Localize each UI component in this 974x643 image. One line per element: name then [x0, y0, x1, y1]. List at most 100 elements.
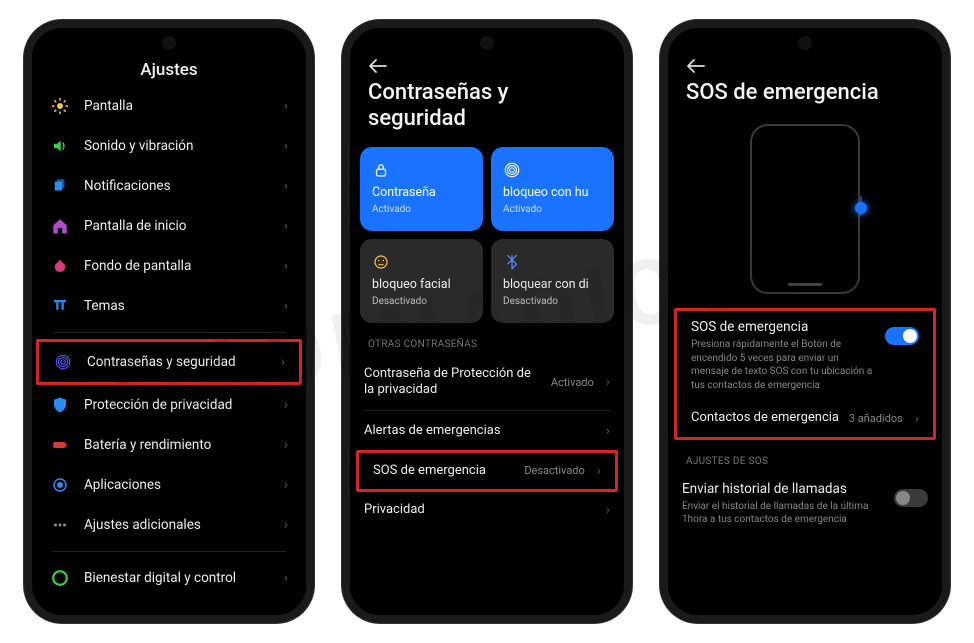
security-card-bloquear-con-di[interactable]: bloquear con di Desactivado	[491, 239, 614, 323]
row-label: Contraseña de Protección de la privacida…	[364, 366, 543, 399]
settings-item-ajustes-adicionales[interactable]: Ajustes adicionales ›	[36, 505, 302, 545]
apps-icon	[50, 475, 70, 495]
bluetooth-icon	[503, 251, 602, 273]
chevron-right-icon: ›	[284, 298, 288, 314]
highlight-box: SOS de emergencia Desactivado ›	[356, 450, 618, 492]
fingerprint-icon	[503, 159, 602, 181]
camera-notch	[480, 36, 494, 50]
settings-item-label: Fondo de pantalla	[84, 258, 270, 274]
chevron-right-icon: ›	[284, 258, 288, 274]
chevron-right-icon: ›	[284, 477, 288, 493]
settings-item-pantalla[interactable]: Pantalla ›	[36, 86, 302, 126]
phone-passwords: Contraseñas y seguridad Contraseña Activ…	[342, 20, 632, 623]
row-label: Privacidad	[364, 502, 594, 518]
camera-notch	[798, 36, 812, 50]
page-title: Ajustes	[32, 52, 306, 86]
sos-toggle-description: Presiona rápidamente el Botón de encendi…	[691, 338, 875, 392]
settings-item-fondo-de-pantalla[interactable]: Fondo de pantalla ›	[36, 246, 302, 286]
sos-toggle[interactable]	[885, 327, 919, 345]
fingerprint-icon	[53, 352, 73, 372]
chevron-right-icon: ›	[284, 98, 288, 114]
chevron-right-icon: ›	[606, 502, 610, 518]
settings-item-label: Ajustes adicionales	[84, 517, 270, 533]
card-title: Contraseña	[372, 185, 471, 200]
row-label: SOS de emergencia	[373, 463, 516, 479]
settings-row-sos-de-emergencia[interactable]: SOS de emergencia Desactivado ›	[359, 453, 615, 489]
card-title: bloqueo con hu	[503, 185, 602, 200]
card-subtitle: Desactivado	[372, 296, 471, 307]
wellbeing-icon	[50, 568, 70, 588]
card-subtitle: Activado	[503, 204, 602, 215]
settings-item-label: Temas	[84, 298, 270, 314]
settings-item-temas[interactable]: Temas ›	[36, 286, 302, 326]
settings-item-label: Pantalla	[84, 98, 270, 114]
row-value: Desactivado	[524, 464, 584, 477]
chevron-right-icon: ›	[284, 517, 288, 533]
settings-item-label: Sonido y vibración	[84, 138, 270, 154]
emergency-contacts-label: Contactos de emergencia	[691, 410, 841, 426]
settings-item-sonido-y-vibraci-n[interactable]: Sonido y vibración ›	[36, 126, 302, 166]
section-label: OTRAS CONTRASEÑAS	[350, 323, 624, 356]
phone-settings: Ajustes Pantalla › Sonido y vibración › …	[24, 20, 314, 623]
wallpaper-icon	[50, 256, 70, 276]
back-button[interactable]	[668, 52, 942, 74]
back-button[interactable]	[350, 52, 624, 74]
chevron-right-icon: ›	[284, 437, 288, 453]
chevron-right-icon: ›	[284, 138, 288, 154]
chevron-right-icon: ›	[606, 423, 610, 439]
camera-notch	[162, 36, 176, 50]
security-card-contrase-a[interactable]: Contraseña Activado	[360, 147, 483, 231]
settings-item-pantalla-de-inicio[interactable]: Pantalla de inicio ›	[36, 206, 302, 246]
settings-item-label: Bienestar digital y control	[84, 570, 270, 586]
call-history-toggle[interactable]	[894, 489, 928, 507]
settings-item-notificaciones[interactable]: Notificaciones ›	[36, 166, 302, 206]
settings-row-alertas-de-emergencias[interactable]: Alertas de emergencias ›	[350, 413, 624, 449]
theme-icon	[50, 296, 70, 316]
lock-icon	[372, 159, 471, 181]
settings-row-contrase-a-de-protecci-n-de-la-privacidad[interactable]: Contraseña de Protección de la privacida…	[350, 356, 624, 409]
row-label: Alertas de emergencias	[364, 423, 594, 439]
security-card-bloqueo-facial[interactable]: bloqueo facial Desactivado	[360, 239, 483, 323]
card-title: bloqueo facial	[372, 277, 471, 292]
emergency-contacts-row[interactable]: Contactos de emergencia 3 añadidos ›	[677, 400, 933, 436]
chevron-right-icon: ›	[915, 411, 919, 427]
sun-icon	[50, 96, 70, 116]
sound-icon	[50, 136, 70, 156]
home-icon	[50, 216, 70, 236]
settings-item-bater-a-y-rendimiento[interactable]: Batería y rendimiento ›	[36, 425, 302, 465]
chevron-right-icon: ›	[284, 397, 288, 413]
chevron-right-icon: ›	[284, 178, 288, 194]
settings-item-protecci-n-de-privacidad[interactable]: Protección de privacidad ›	[36, 385, 302, 425]
chevron-right-icon: ›	[597, 463, 601, 479]
chevron-right-icon: ›	[281, 354, 285, 370]
chevron-right-icon: ›	[606, 374, 610, 390]
settings-item-label: Batería y rendimiento	[84, 437, 270, 453]
settings-item-label: Contraseñas y seguridad	[87, 354, 267, 370]
row-value: Activado	[551, 376, 594, 389]
phone-sos: SOS de emergencia SOS de emergencia Pres…	[660, 20, 950, 623]
settings-item-bienestar-digital-y-control[interactable]: Bienestar digital y control ›	[36, 558, 302, 598]
settings-row-privacidad[interactable]: Privacidad ›	[350, 492, 624, 528]
card-title: bloquear con di	[503, 277, 602, 292]
page-title: SOS de emergencia	[668, 74, 942, 120]
settings-item-label: Aplicaciones	[84, 477, 270, 493]
emergency-contacts-value: 3 añadidos	[849, 412, 903, 425]
settings-item-contrase-as-y-seguridad[interactable]: Contraseñas y seguridad ›	[36, 339, 302, 385]
sos-toggle-label: SOS de emergencia	[691, 319, 875, 335]
chevron-right-icon: ›	[284, 570, 288, 586]
settings-item-aplicaciones[interactable]: Aplicaciones ›	[36, 465, 302, 505]
call-history-label: Enviar historial de llamadas	[682, 481, 884, 497]
shield-icon	[50, 395, 70, 415]
card-subtitle: Activado	[372, 204, 471, 215]
settings-item-label: Pantalla de inicio	[84, 218, 270, 234]
settings-item-label: Notificaciones	[84, 178, 270, 194]
more-icon	[50, 515, 70, 535]
notification-icon	[50, 176, 70, 196]
highlight-box: SOS de emergencia Presiona rápidamente e…	[674, 308, 936, 439]
page-title: Contraseñas y seguridad	[350, 74, 624, 147]
settings-item-label: Protección de privacidad	[84, 397, 270, 413]
chevron-right-icon: ›	[284, 218, 288, 234]
security-card-bloqueo-con-hu[interactable]: bloqueo con hu Activado	[491, 147, 614, 231]
phone-illustration	[750, 124, 860, 294]
section-label: AJUSTES DE SOS	[668, 440, 942, 473]
